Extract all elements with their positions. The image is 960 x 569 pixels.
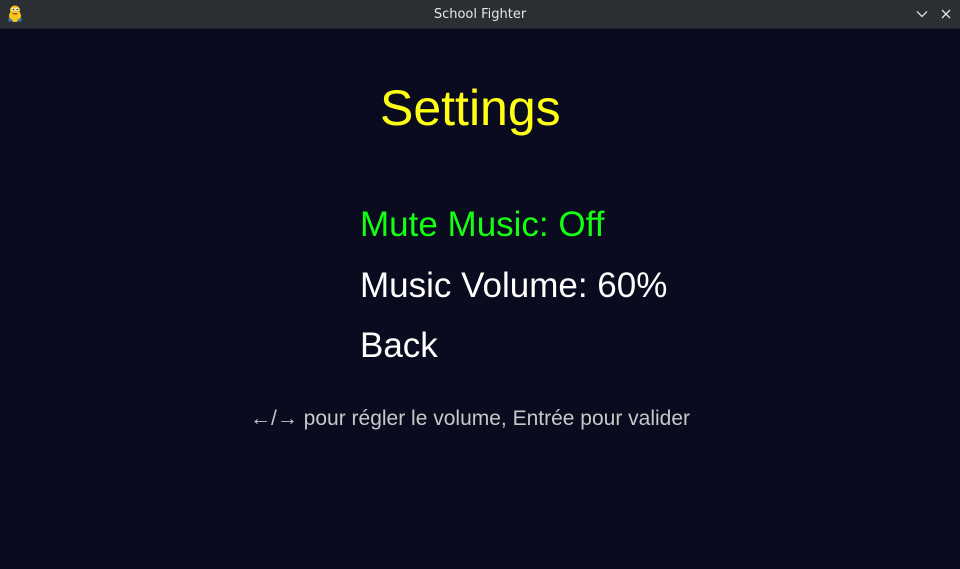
game-canvas[interactable]: Settings Mute Music: Off Music Volume: 6… bbox=[0, 29, 960, 569]
page-title: Settings bbox=[380, 80, 561, 136]
menu-item-mute-music[interactable]: Mute Music: Off bbox=[360, 207, 604, 242]
menu-item-music-volume[interactable]: Music Volume: 60% bbox=[360, 268, 667, 303]
controls-hint: ←/→ pour régler le volume, Entrée pour v… bbox=[250, 407, 691, 430]
menu-item-back[interactable]: Back bbox=[360, 328, 438, 363]
chevron-down-icon[interactable] bbox=[912, 4, 932, 24]
app-window: School Fighter Settings Mute Music: Off … bbox=[0, 0, 960, 569]
window-title: School Fighter bbox=[433, 7, 527, 22]
title-bar[interactable]: School Fighter bbox=[0, 0, 960, 29]
close-icon[interactable] bbox=[936, 4, 956, 24]
